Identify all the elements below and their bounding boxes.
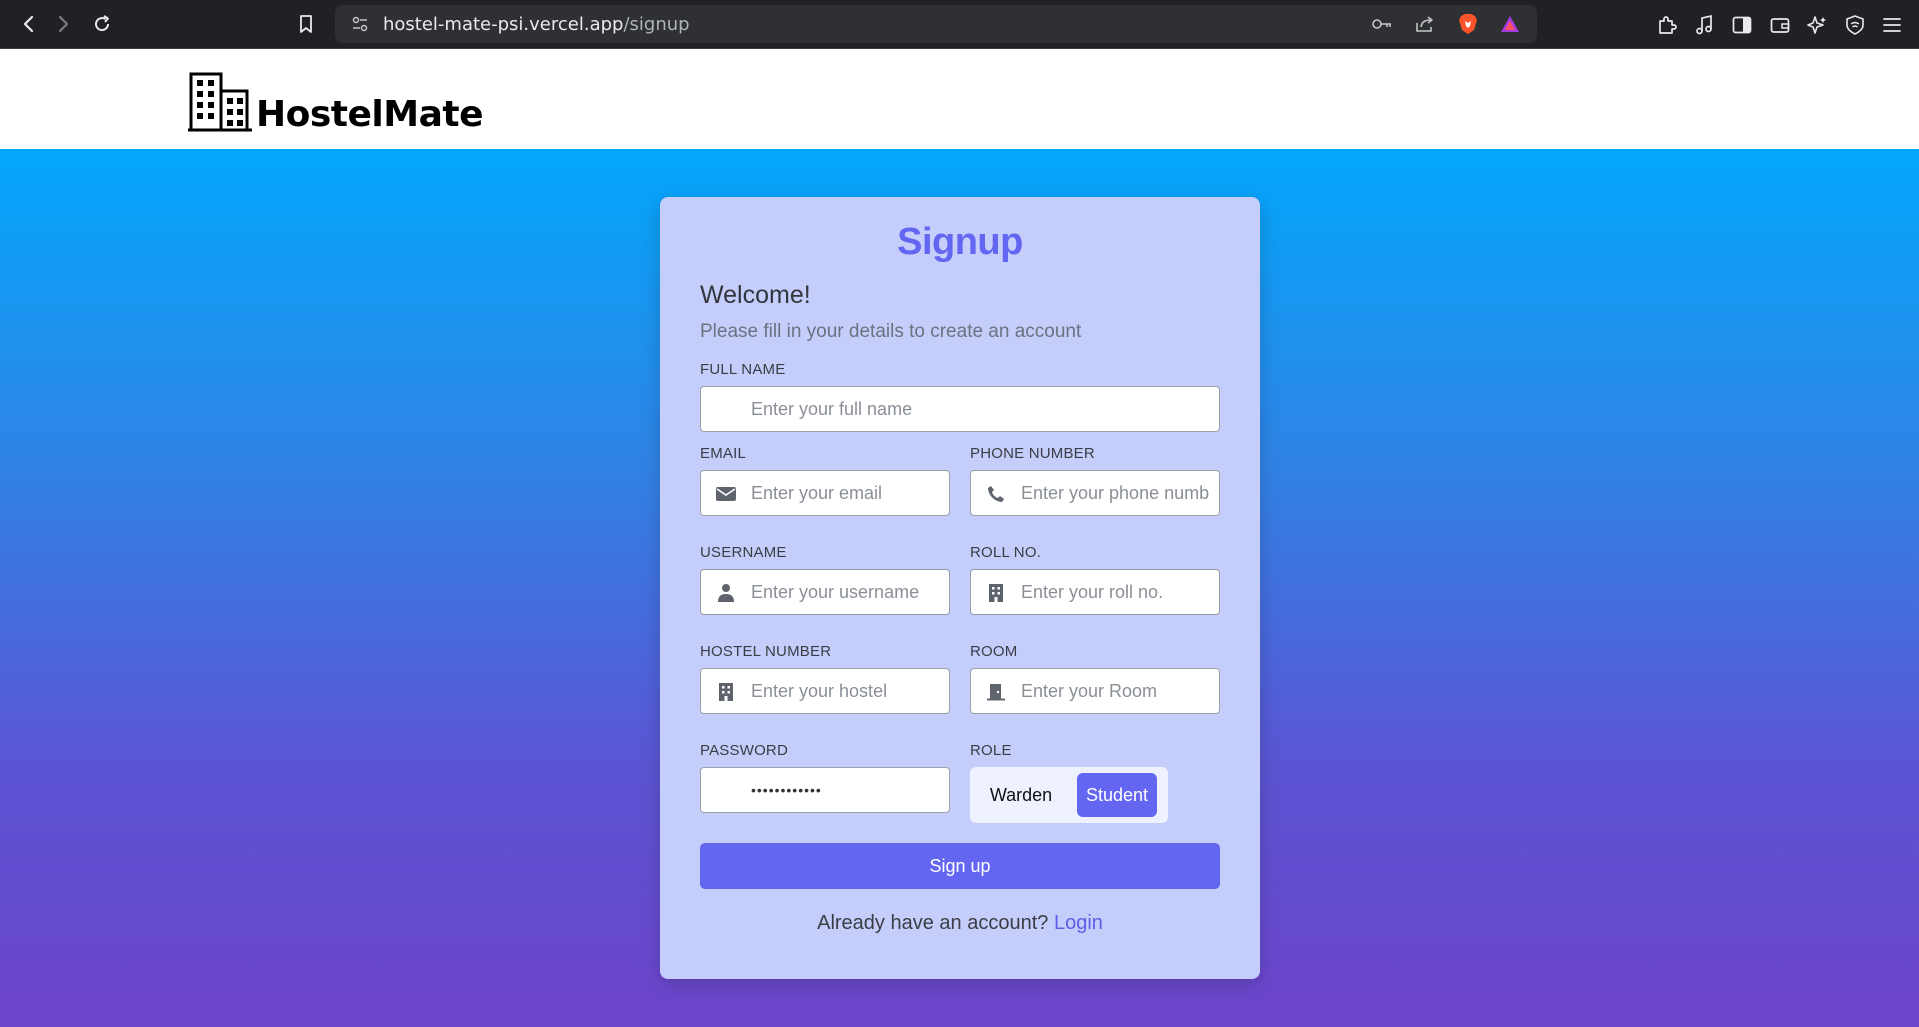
roll-input[interactable] [1021,570,1209,614]
hostel-input[interactable] [751,669,939,713]
login-link[interactable]: Login [1054,912,1103,934]
full-name-field [700,386,1220,432]
password-label: PASSWORD [700,742,788,759]
url-domain: hostel-mate-psi.vercel.app [383,14,624,35]
username-field [700,569,950,615]
username-input[interactable] [751,570,939,614]
site-header: HostelMate [0,49,1919,149]
building-logo-icon [188,72,252,132]
forward-icon[interactable] [48,9,80,39]
signup-page: Signup Welcome! Please fill in your deta… [0,149,1919,1027]
page-title: Signup [897,221,1023,263]
welcome-heading: Welcome! [700,281,811,309]
role-warden-button[interactable]: Warden [978,773,1064,817]
email-field [700,470,950,516]
address-bar[interactable]: hostel-mate-psi.vercel.app/signup [335,5,1537,43]
room-label: ROOM [970,643,1018,660]
menu-icon[interactable] [1879,12,1905,38]
sidebar-icon[interactable] [1729,12,1755,38]
building-icon [985,582,1007,604]
room-field [970,668,1220,714]
full-name-label: FULL NAME [700,361,786,378]
music-icon[interactable] [1691,12,1717,38]
login-prompt: Already have an account? [817,912,1049,934]
extensions-icon[interactable] [1654,12,1680,38]
hostel-label: HOSTEL NUMBER [700,643,832,660]
signup-card: Signup Welcome! Please fill in your deta… [660,197,1260,979]
wallet-icon[interactable] [1767,12,1793,38]
full-name-input[interactable] [751,387,1209,431]
envelope-icon [715,483,737,505]
logo-text: HostelMate [256,94,484,135]
phone-label: PHONE NUMBER [970,445,1095,462]
reload-icon[interactable] [86,9,118,39]
door-icon [985,681,1007,703]
key-icon[interactable] [1371,13,1393,35]
share-icon[interactable] [1414,13,1436,35]
brave-rewards-icon[interactable] [1499,13,1521,35]
phone-input[interactable] [1021,471,1209,515]
browser-toolbar: hostel-mate-psi.vercel.app/signup [0,0,1919,49]
vpn-icon[interactable] [1842,12,1868,38]
brave-shield-icon[interactable] [1457,13,1479,35]
user-icon [715,582,737,604]
url-text: hostel-mate-psi.vercel.app/signup [383,14,690,35]
url-path: /signup [623,14,690,35]
room-input[interactable] [1021,669,1209,713]
roll-label: ROLL NO. [970,544,1042,561]
back-icon[interactable] [12,9,44,39]
building-icon [715,681,737,703]
form-subtitle: Please fill in your details to create an… [700,321,1082,342]
signup-button[interactable]: Sign up [700,843,1220,889]
leo-ai-icon[interactable] [1804,12,1830,38]
role-student-button[interactable]: Student [1077,773,1157,817]
hostel-field [700,668,950,714]
site-settings-icon[interactable] [349,13,371,35]
password-input[interactable] [751,768,939,812]
phone-icon [985,483,1007,505]
phone-field [970,470,1220,516]
login-prompt-line: Already have an account? Login [660,912,1260,935]
bookmark-icon[interactable] [290,9,322,39]
email-label: EMAIL [700,445,747,462]
roll-field [970,569,1220,615]
role-toggle: Warden Student [970,767,1168,823]
password-field [700,767,950,813]
email-input[interactable] [751,471,939,515]
username-label: USERNAME [700,544,787,561]
logo[interactable]: HostelMate [188,69,484,135]
role-label: ROLE [970,742,1012,759]
